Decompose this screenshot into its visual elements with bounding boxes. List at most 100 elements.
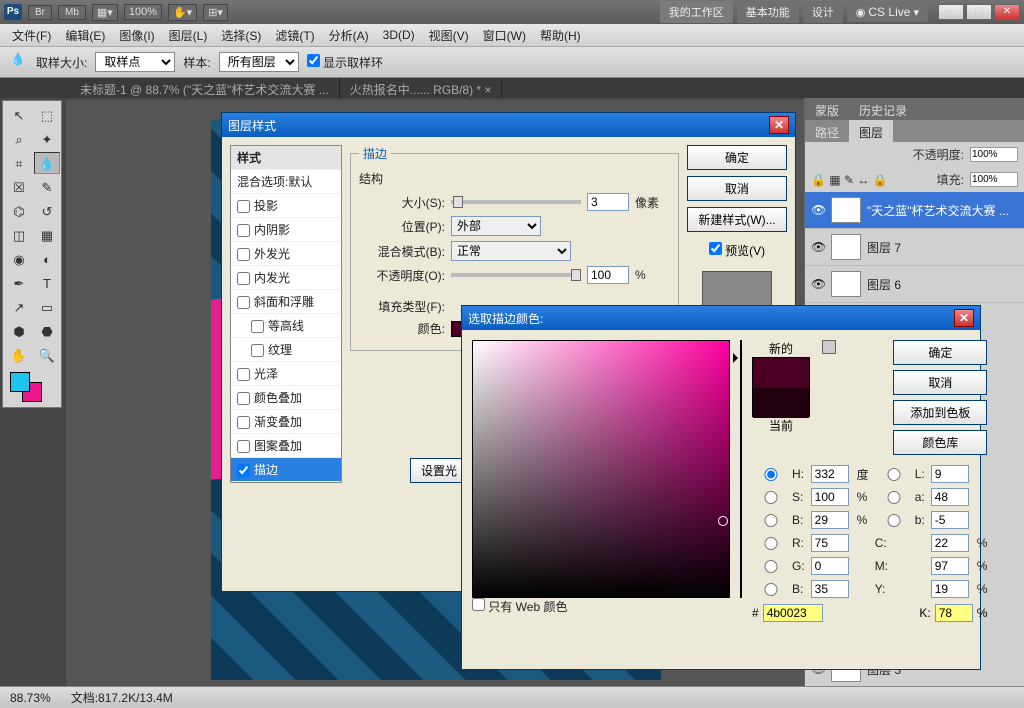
menu-3d[interactable]: 3D(D) — [377, 26, 421, 44]
style-item[interactable]: 斜面和浮雕 — [231, 290, 341, 314]
crop-tool[interactable]: ⌗ — [6, 152, 32, 174]
style-item[interactable]: 内阴影 — [231, 218, 341, 242]
view-tool[interactable]: ✋▾ — [168, 4, 197, 21]
cslive-tab[interactable]: ◉ CS Live ▾ — [847, 2, 928, 22]
menu-analysis[interactable]: 分析(A) — [323, 25, 375, 46]
path-tool[interactable]: ↗ — [6, 296, 32, 318]
blendmode-select[interactable]: 正常 — [451, 241, 571, 261]
bv-input[interactable] — [811, 580, 849, 598]
fg-color[interactable] — [10, 372, 30, 392]
opacity-input[interactable] — [587, 266, 629, 284]
heal-tool[interactable]: ☒ — [6, 176, 32, 198]
opacity-input[interactable] — [970, 147, 1018, 162]
minimize-button[interactable]: — — [938, 4, 964, 20]
style-item[interactable]: 图案叠加 — [231, 434, 341, 458]
a-input[interactable] — [931, 488, 969, 506]
doc-tab-2[interactable]: 火热报名中...... RGB/8) * × — [340, 78, 503, 98]
menu-view[interactable]: 视图(V) — [423, 25, 475, 46]
hex-input[interactable] — [763, 604, 823, 622]
dialog-close-icon[interactable]: ✕ — [954, 309, 974, 327]
doc-size[interactable]: 文档:817.2K/13.4M — [71, 689, 173, 706]
basic-tab[interactable]: 基本功能 — [737, 1, 799, 23]
wand-tool[interactable]: ✦ — [34, 128, 60, 150]
y-input[interactable] — [931, 580, 969, 598]
blend-defaults[interactable]: 混合选项:默认 — [231, 170, 341, 194]
marquee-tool[interactable]: ⬚ — [34, 104, 60, 126]
zoom-select[interactable]: 100% — [124, 4, 162, 20]
position-select[interactable]: 外部 — [451, 216, 541, 236]
color-field[interactable] — [472, 340, 730, 598]
eraser-tool[interactable]: ◫ — [6, 224, 32, 246]
g-radio[interactable]: G: — [752, 559, 805, 573]
blur-tool[interactable]: ◉ — [6, 248, 32, 270]
bv-radio[interactable]: B: — [752, 582, 805, 596]
s-input[interactable] — [811, 488, 849, 506]
doc-tab-1[interactable]: 未标题-1 @ 88.7% ("天之蓝"杯艺术交流大赛 ... — [70, 78, 340, 98]
style-item-stroke[interactable]: 描边 — [231, 458, 341, 482]
pen-tool[interactable]: ✒ — [6, 272, 32, 294]
r-input[interactable] — [811, 534, 849, 552]
style-item[interactable]: 等高线 — [231, 314, 341, 338]
visibility-icon[interactable]: 👁 — [811, 277, 825, 291]
add-swatch-button[interactable]: 添加到色板 — [893, 400, 987, 425]
preview-checkbox[interactable]: 预览(V) — [687, 242, 787, 259]
close-button[interactable]: ✕ — [994, 4, 1020, 20]
lab-b-radio[interactable]: b: — [875, 513, 925, 527]
g-input[interactable] — [811, 557, 849, 575]
workspace-tab[interactable]: 我的工作区 — [660, 1, 733, 23]
screen-mode[interactable]: ⊞▾ — [203, 4, 228, 21]
m-input[interactable] — [931, 557, 969, 575]
dialog-close-icon[interactable]: ✕ — [769, 116, 789, 134]
b-radio[interactable]: B: — [752, 513, 805, 527]
h-radio[interactable]: H: — [752, 467, 805, 481]
maximize-button[interactable]: ▢ — [966, 4, 992, 20]
fill-input[interactable] — [970, 172, 1018, 187]
opacity-slider[interactable] — [451, 273, 581, 277]
menu-image[interactable]: 图像(I) — [113, 25, 160, 46]
cancel-button[interactable]: 取消 — [893, 370, 987, 395]
style-item[interactable]: 外发光 — [231, 242, 341, 266]
tab-mask[interactable]: 蒙版 — [805, 98, 849, 120]
l-input[interactable] — [931, 465, 969, 483]
menu-window[interactable]: 窗口(W) — [477, 25, 532, 46]
br-button[interactable]: Br — [28, 5, 52, 20]
style-item[interactable]: 光泽 — [231, 362, 341, 386]
show-ring-checkbox[interactable]: 显示取样环 — [307, 54, 383, 71]
menu-edit[interactable]: 编辑(E) — [59, 25, 111, 46]
menu-filter[interactable]: 滤镜(T) — [269, 25, 320, 46]
a-radio[interactable]: a: — [875, 490, 925, 504]
layer-row[interactable]: 👁 图层 6 — [805, 266, 1024, 303]
s-radio[interactable]: S: — [752, 490, 805, 504]
zoom-status[interactable]: 88.73% — [10, 691, 51, 705]
shape-tool[interactable]: ▭ — [34, 296, 60, 318]
dodge-tool[interactable]: ◐ — [34, 248, 60, 270]
layer-row[interactable]: 👁 T "天之蓝"杯艺术交流大赛 ... — [805, 192, 1024, 229]
color-compare-swatch[interactable] — [752, 357, 810, 417]
color-lib-button[interactable]: 颜色库 — [893, 430, 987, 455]
3d-camera-tool[interactable]: ⬣ — [34, 320, 60, 342]
newstyle-button[interactable]: 新建样式(W)... — [687, 207, 787, 232]
mb-button[interactable]: Mb — [58, 5, 86, 20]
style-item[interactable]: 渐变叠加 — [231, 410, 341, 434]
size-input[interactable] — [587, 193, 629, 211]
visibility-icon[interactable]: 👁 — [811, 203, 825, 217]
ok-button[interactable]: 确定 — [687, 145, 787, 170]
size-slider[interactable] — [451, 200, 581, 204]
stamp-tool[interactable]: ⌬ — [6, 200, 32, 222]
tab-layers[interactable]: 图层 — [849, 120, 893, 142]
move-tool[interactable]: ↖ — [6, 104, 32, 126]
menu-help[interactable]: 帮助(H) — [534, 25, 587, 46]
l-radio[interactable]: L: — [875, 467, 925, 481]
r-radio[interactable]: R: — [752, 536, 805, 550]
3d-tool[interactable]: ⬢ — [6, 320, 32, 342]
sample-size-select[interactable]: 取样点 — [95, 52, 175, 72]
styles-header[interactable]: 样式 — [231, 146, 341, 170]
tab-paths[interactable]: 路径 — [805, 120, 849, 142]
webonly-checkbox[interactable]: 只有 Web 颜色 — [472, 600, 567, 614]
zoom-tool[interactable]: 🔍 — [34, 344, 60, 366]
k-input[interactable] — [935, 604, 973, 622]
color-swatches[interactable] — [6, 368, 60, 404]
hue-slider[interactable] — [740, 340, 742, 598]
b-input[interactable] — [811, 511, 849, 529]
style-item[interactable]: 内发光 — [231, 266, 341, 290]
